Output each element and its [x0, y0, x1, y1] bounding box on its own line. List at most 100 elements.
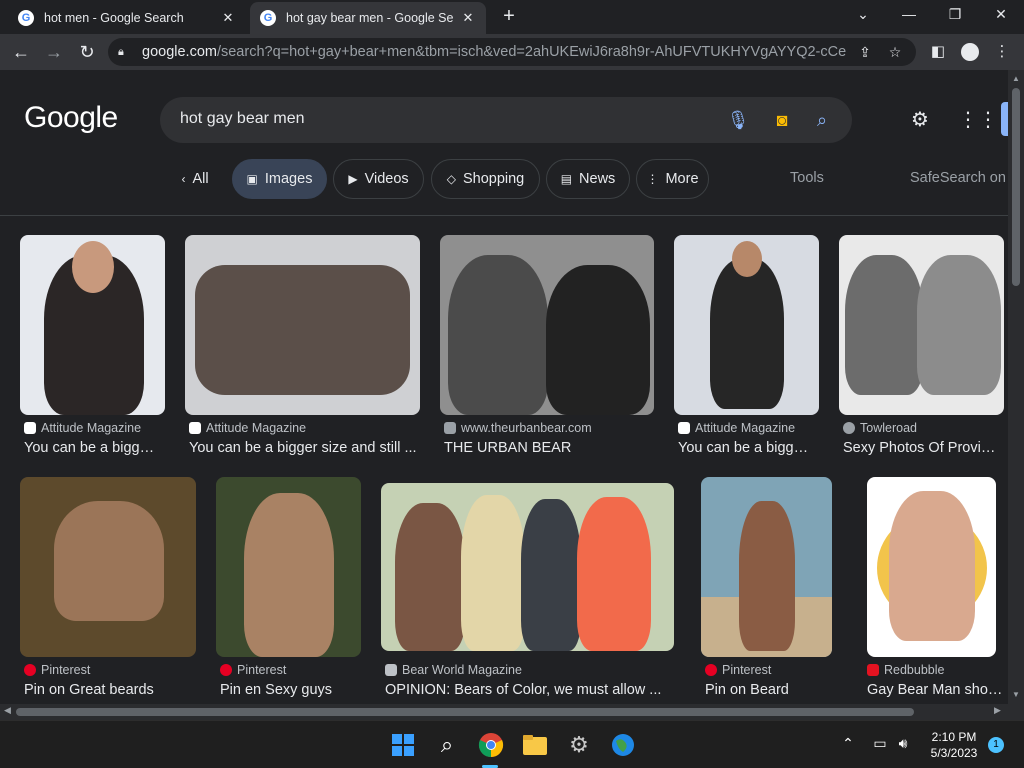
- search-box[interactable]: hot gay bear men 🎙︎ ◙ ⌕: [160, 97, 852, 143]
- result-source[interactable]: www.theurbanbear.com: [444, 421, 592, 435]
- search-icon[interactable]: ⌕: [810, 108, 834, 132]
- result-thumbnail[interactable]: [216, 477, 361, 657]
- network-icon[interactable]: ▭: [870, 735, 890, 752]
- result-source[interactable]: Attitude Magazine: [678, 421, 795, 435]
- apps-grid-icon[interactable]: ⋮⋮: [958, 108, 998, 132]
- tools-button[interactable]: Tools: [790, 170, 824, 186]
- result-source[interactable]: Redbubble: [867, 663, 944, 677]
- camera-lens-icon[interactable]: ◙: [770, 108, 794, 132]
- scroll-right-icon[interactable]: ▶: [994, 705, 1001, 716]
- search-taskbar-icon[interactable]: ⌕: [433, 731, 461, 759]
- result-thumbnail[interactable]: [381, 483, 674, 651]
- share-icon[interactable]: ⇪: [854, 44, 876, 61]
- google-logo[interactable]: Google: [24, 101, 118, 135]
- filter-news[interactable]: ▤ News: [546, 159, 630, 199]
- forward-button[interactable]: →: [43, 41, 65, 63]
- result-source[interactable]: Pinterest: [24, 663, 90, 677]
- result-caption[interactable]: Sexy Photos Of Provincetown ...: [843, 440, 1001, 456]
- profile-avatar[interactable]: [960, 42, 980, 62]
- source-label: Attitude Magazine: [695, 421, 796, 435]
- safesearch-button[interactable]: SafeSearch on: [910, 170, 1006, 186]
- result-thumbnail[interactable]: [674, 235, 819, 415]
- filter-more[interactable]: ⋮ More: [636, 159, 709, 199]
- settings-taskbar-icon[interactable]: ⚙: [565, 731, 593, 759]
- filter-shopping[interactable]: ◇ Shopping: [431, 159, 540, 199]
- browser-app-icon[interactable]: [609, 731, 637, 759]
- result-thumbnail[interactable]: [867, 477, 996, 657]
- sign-in-button[interactable]: [1001, 102, 1008, 136]
- bookmark-star-icon[interactable]: ☆: [884, 44, 906, 61]
- tab-close-icon[interactable]: ✕: [220, 10, 236, 26]
- result-caption[interactable]: THE URBAN BEAR: [444, 440, 652, 456]
- result-thumbnail[interactable]: [440, 235, 654, 415]
- tab-hot-men[interactable]: G hot men - Google Search ✕: [8, 2, 246, 34]
- reload-button[interactable]: ↻: [76, 41, 98, 63]
- result-source[interactable]: Bear World Magazine: [385, 663, 522, 677]
- result-thumbnail[interactable]: [839, 235, 1004, 415]
- file-explorer-icon[interactable]: [521, 731, 549, 759]
- result-source[interactable]: Pinterest: [705, 663, 771, 677]
- address-bar[interactable]: 🔒︎ google.com/search?q=hot+gay+bear+men&…: [108, 38, 916, 66]
- result-caption[interactable]: You can be a bigger size and still ...: [678, 440, 816, 456]
- filter-label: News: [579, 171, 616, 187]
- start-button[interactable]: [389, 731, 417, 759]
- result-caption[interactable]: Pin on Beard: [705, 682, 829, 698]
- chrome-menu-icon[interactable]: ⋮: [992, 42, 1012, 62]
- redbubble-icon: [867, 664, 879, 676]
- show-hidden-icons-icon[interactable]: ⌃: [838, 735, 858, 752]
- result-caption[interactable]: You can be a bigger size and still ...: [24, 440, 162, 456]
- search-input[interactable]: hot gay bear men: [180, 110, 305, 128]
- filter-images[interactable]: ▣ Images: [232, 159, 327, 199]
- result-thumbnail[interactable]: [20, 235, 165, 415]
- microphone-icon[interactable]: 🎙︎: [726, 108, 750, 132]
- result-thumbnail[interactable]: [20, 477, 196, 657]
- filter-videos[interactable]: ▶ Videos: [333, 159, 424, 199]
- side-panel-icon[interactable]: ◧: [928, 42, 948, 62]
- source-label: Redbubble: [884, 663, 945, 677]
- vertical-scrollbar[interactable]: ▲ ▼: [1008, 70, 1024, 704]
- settings-gear-icon[interactable]: ⚙: [908, 108, 932, 132]
- filter-all[interactable]: ‹ All: [168, 159, 222, 199]
- close-window-button[interactable]: ✕: [990, 6, 1012, 23]
- restore-button[interactable]: ❐: [944, 6, 966, 23]
- tab-hot-gay-bear-men[interactable]: G hot gay bear men - Google Search ✕: [250, 2, 486, 34]
- minimize-button[interactable]: —: [898, 6, 920, 22]
- source-label: Bear World Magazine: [402, 663, 522, 677]
- image-icon: ▣: [246, 172, 258, 186]
- back-button[interactable]: ←: [10, 41, 32, 63]
- volume-icon[interactable]: 🔊︎: [893, 735, 913, 752]
- url-path: /search?q=hot+gay+bear+men&tbm=isch&ved=…: [216, 44, 846, 60]
- system-clock[interactable]: 2:10 PM 5/3/2023: [916, 729, 992, 761]
- source-label: Pinterest: [722, 663, 772, 677]
- url-text[interactable]: google.com/search?q=hot+gay+bear+men&tbm…: [142, 44, 846, 60]
- result-caption[interactable]: Pin on Great beards: [24, 682, 194, 698]
- image-figure: [244, 493, 334, 657]
- result-caption[interactable]: You can be a bigger size and still ...: [189, 440, 417, 456]
- horizontal-scroll-thumb[interactable]: [16, 708, 914, 716]
- screen: G hot men - Google Search ✕ G hot gay be…: [0, 0, 1024, 768]
- source-label: Attitude Magazine: [41, 421, 142, 435]
- notification-badge[interactable]: 1: [988, 737, 1004, 753]
- source-favicon-icon: [24, 422, 36, 434]
- scroll-left-icon[interactable]: ◀: [4, 705, 11, 716]
- scroll-up-icon[interactable]: ▲: [1008, 74, 1024, 83]
- new-tab-button[interactable]: +: [498, 6, 520, 28]
- result-caption[interactable]: OPINION: Bears of Color, we must allow .…: [385, 682, 671, 698]
- globe-icon: [612, 734, 634, 756]
- vertical-scroll-thumb[interactable]: [1012, 88, 1020, 286]
- result-caption[interactable]: Pin en Sexy guys: [220, 682, 358, 698]
- result-source[interactable]: Towleroad: [843, 421, 917, 435]
- result-source[interactable]: Attitude Magazine: [24, 421, 141, 435]
- tab-search-icon[interactable]: ⌄: [852, 6, 874, 23]
- result-source[interactable]: Attitude Magazine: [189, 421, 306, 435]
- image-figure: [710, 259, 784, 409]
- result-thumbnail[interactable]: [185, 235, 420, 415]
- horizontal-scrollbar[interactable]: ◀ ▶: [0, 704, 1008, 720]
- result-thumbnail[interactable]: [701, 477, 832, 657]
- scroll-down-icon[interactable]: ▼: [1008, 690, 1024, 699]
- result-caption[interactable]: Gay Bear Man showing ...: [867, 682, 1005, 698]
- tab-title: hot gay bear men - Google Search: [286, 11, 454, 25]
- result-source[interactable]: Pinterest: [220, 663, 286, 677]
- tab-close-icon[interactable]: ✕: [460, 10, 476, 26]
- chrome-taskbar-icon[interactable]: [477, 731, 505, 759]
